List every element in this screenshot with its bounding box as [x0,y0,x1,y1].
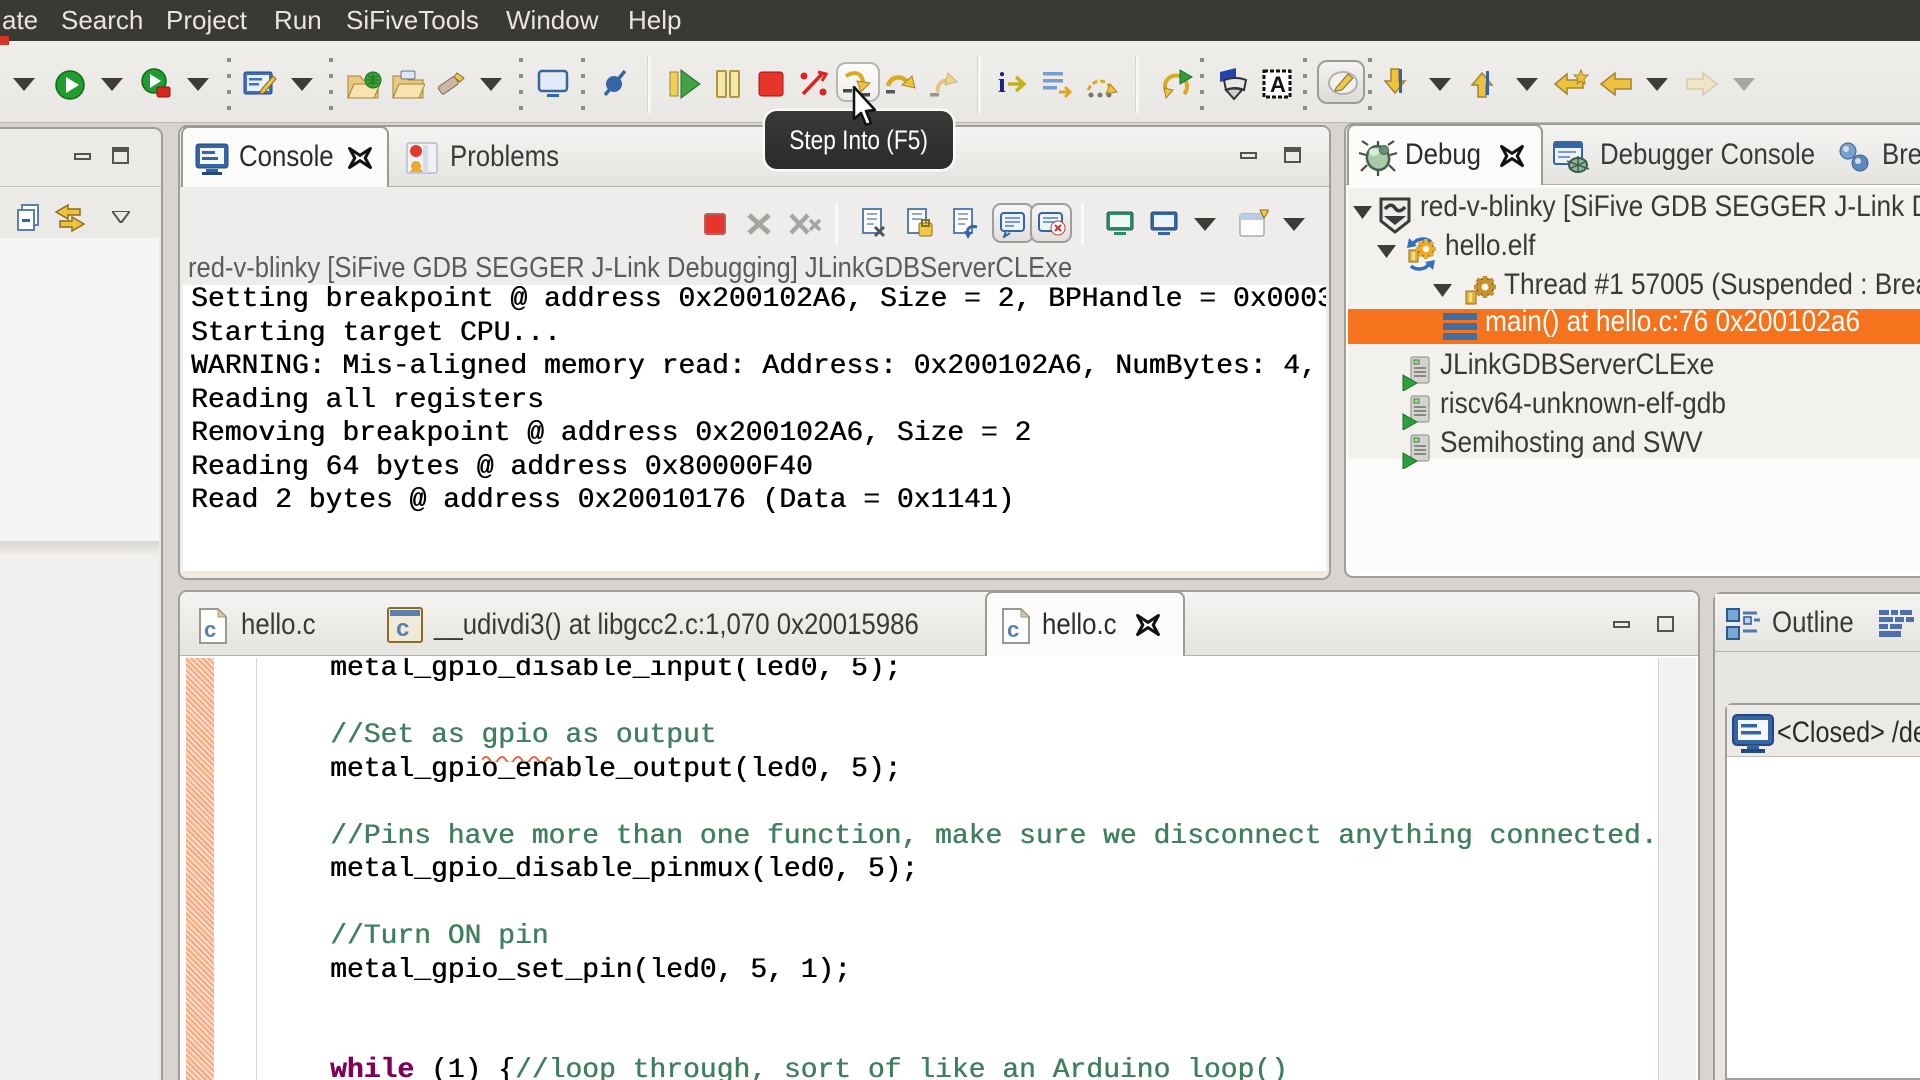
svg-text:c: c [204,617,216,642]
svg-text:c: c [396,615,409,642]
svg-text:c: c [1007,617,1019,642]
svg-text:A: A [1270,72,1286,97]
svg-text:i: i [998,68,1006,99]
